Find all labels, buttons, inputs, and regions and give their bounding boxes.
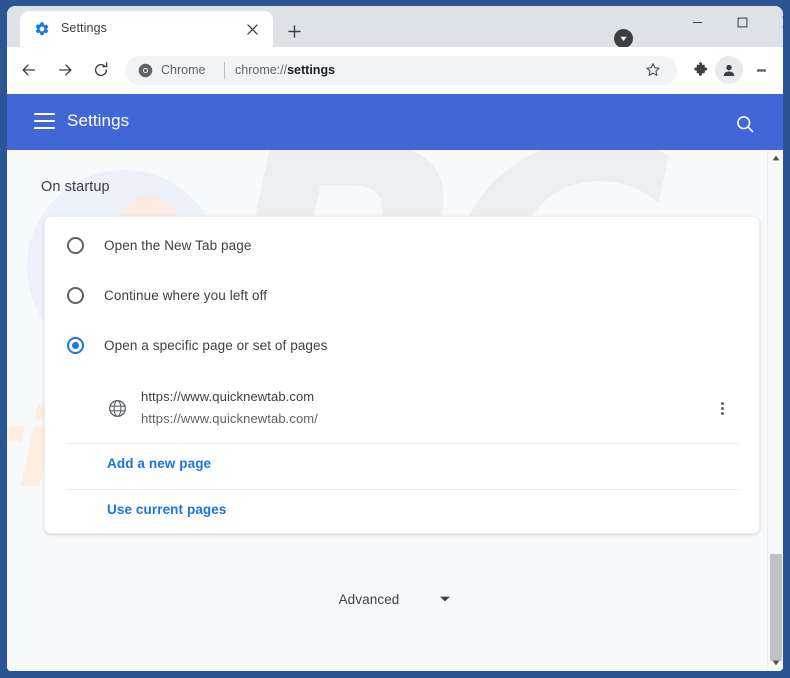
startup-option-label: Continue where you left off	[104, 288, 267, 303]
scroll-up-arrow-icon[interactable]	[768, 150, 783, 166]
menu-dot	[763, 69, 766, 72]
startup-page-url: https://www.quicknewtab.com/	[141, 411, 318, 426]
startup-option-specific-pages[interactable]: Open a specific page or set of pages	[45, 321, 761, 371]
divider	[67, 443, 739, 444]
vertical-scrollbar[interactable]	[767, 150, 783, 671]
omnibox-chip-label: Chrome	[161, 63, 205, 77]
browser-window-inner: Settings	[7, 6, 783, 671]
tab-settings[interactable]: Settings	[20, 11, 273, 47]
radio-button[interactable]	[67, 237, 84, 254]
startup-option-label: Open a specific page or set of pages	[104, 338, 328, 353]
startup-options-card: Open the New Tab page Continue where you…	[44, 216, 760, 534]
browser-toolbar: Chrome chrome://settings	[7, 47, 783, 94]
back-arrow-icon[interactable]	[15, 56, 43, 84]
window-close-button[interactable]	[765, 6, 783, 38]
add-new-page-link[interactable]: Add a new page	[107, 456, 211, 471]
startup-option-label: Open the New Tab page	[104, 238, 251, 253]
new-tab-button[interactable]	[280, 17, 308, 45]
avatar[interactable]	[715, 56, 743, 84]
section-title: On startup	[41, 179, 110, 195]
hamburger-line	[34, 120, 55, 122]
download-icon[interactable]	[614, 29, 633, 48]
radio-inner-dot	[72, 342, 79, 349]
page-title: Settings	[67, 111, 129, 131]
scroll-down-arrow-icon[interactable]	[768, 655, 783, 671]
extensions-puzzle-icon[interactable]	[688, 58, 712, 82]
scroll-thumb[interactable]	[770, 554, 782, 661]
window-maximize-button[interactable]	[720, 6, 765, 38]
url-scheme: chrome://	[235, 63, 287, 77]
menu-dot	[721, 402, 724, 405]
more-actions-icon[interactable]	[710, 396, 734, 420]
settings-header-bar: Settings	[7, 94, 783, 150]
reload-icon[interactable]	[87, 56, 115, 84]
startup-option-new-tab[interactable]: Open the New Tab page	[45, 221, 761, 271]
address-bar[interactable]: Chrome chrome://settings	[125, 56, 677, 85]
omnibox-divider	[224, 62, 225, 79]
tab-title: Settings	[61, 21, 107, 35]
star-icon[interactable]	[641, 58, 665, 82]
menu-dot	[721, 407, 724, 410]
advanced-label: Advanced	[339, 592, 400, 607]
chevron-down-icon[interactable]	[439, 595, 451, 603]
settings-gear-icon	[34, 21, 50, 37]
radio-button[interactable]	[67, 287, 84, 304]
globe-icon	[108, 399, 127, 418]
hamburger-menu-icon[interactable]	[34, 113, 62, 131]
hamburger-line	[34, 127, 55, 129]
radio-button-selected[interactable]	[67, 337, 84, 354]
tab-strip: Settings	[7, 6, 783, 47]
omnibox-url-text: chrome://settings	[235, 63, 335, 77]
close-icon[interactable]	[244, 21, 260, 37]
divider	[67, 489, 739, 490]
menu-dot	[721, 412, 724, 415]
chrome-icon	[138, 63, 153, 78]
search-icon[interactable]	[733, 112, 757, 136]
window-minimize-button[interactable]	[675, 6, 720, 38]
url-path: settings	[287, 63, 335, 77]
use-current-pages-link[interactable]: Use current pages	[107, 502, 227, 517]
browser-menu-icon[interactable]	[749, 58, 773, 82]
settings-content: PC risk.com On startup Open the New Tab …	[7, 150, 783, 671]
advanced-toggle[interactable]: Advanced	[7, 584, 783, 614]
forward-arrow-icon[interactable]	[51, 56, 79, 84]
hamburger-line	[34, 113, 55, 115]
startup-page-row[interactable]: https://www.quicknewtab.com https://www.…	[45, 376, 761, 439]
browser-window: Settings	[0, 0, 790, 678]
startup-page-title: https://www.quicknewtab.com	[141, 389, 314, 404]
startup-option-continue[interactable]: Continue where you left off	[45, 271, 761, 321]
